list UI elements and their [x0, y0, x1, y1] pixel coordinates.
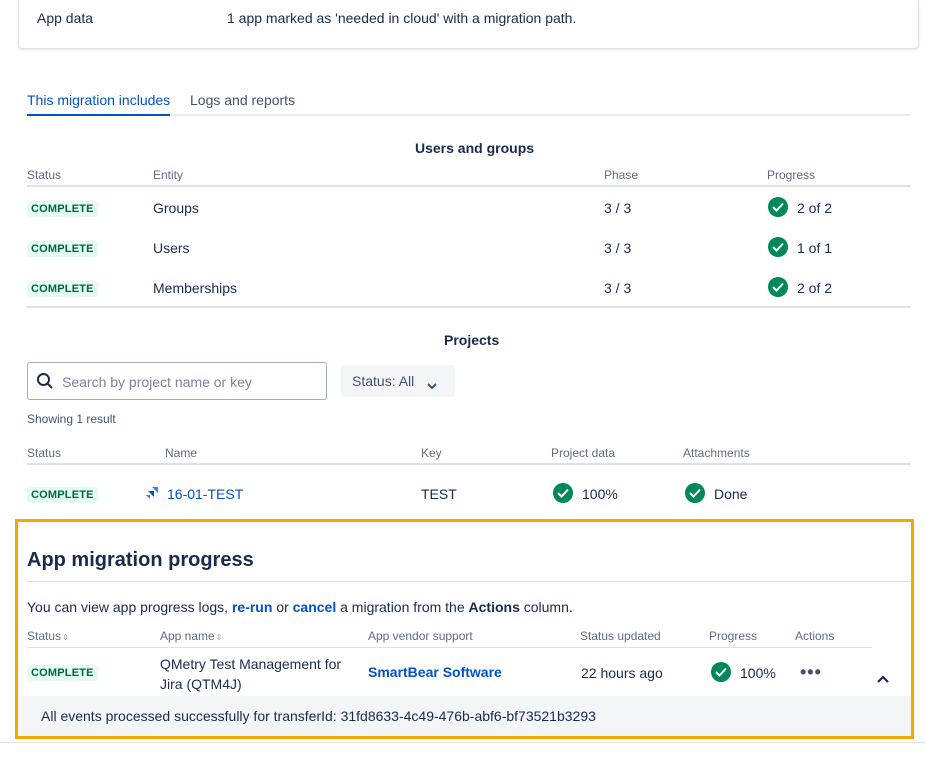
check-circle-icon	[711, 662, 731, 682]
event-message: All events processed successfully for tr…	[41, 708, 596, 724]
proj-header-name: Name	[165, 446, 198, 460]
chevron-up-icon[interactable]	[877, 670, 889, 686]
project-link[interactable]: 16-01-TEST	[167, 486, 243, 502]
proj-header-project-data: Project data	[551, 446, 616, 460]
app-migration-description: You can view app progress logs, re-run o…	[27, 599, 573, 615]
status-badge: COMPLETE	[27, 487, 98, 503]
desc-actions: Actions	[468, 599, 520, 615]
app-header-updated: Status updated	[580, 629, 661, 643]
phase-value: 3 / 3	[604, 240, 632, 256]
status-badge: COMPLETE	[27, 241, 98, 257]
desc-mid: a migration from the	[336, 599, 469, 615]
cancel-link[interactable]: cancel	[293, 599, 337, 615]
check-circle-icon	[768, 197, 788, 217]
vendor-link[interactable]: SmartBear Software	[368, 664, 502, 680]
entity-memberships: Memberships	[153, 280, 238, 296]
search-icon	[36, 372, 54, 393]
proj-header-key: Key	[421, 446, 442, 460]
desc-prefix: You can view app progress logs,	[27, 599, 232, 615]
proj-header-attachments: Attachments	[683, 446, 750, 460]
app-header-divider	[27, 647, 872, 648]
status-filter-label: Status: All	[352, 373, 415, 389]
desc-or: or	[272, 599, 293, 615]
app-header-status[interactable]: Status⇕	[27, 629, 69, 643]
ug-header-status: Status	[27, 168, 62, 182]
jira-project-icon	[145, 486, 159, 503]
progress-value: 2 of 2	[797, 200, 833, 216]
progress-value: 2 of 2	[797, 280, 833, 296]
chevron-down-icon	[427, 377, 437, 393]
search-placeholder: Search by project name or key	[62, 374, 252, 390]
status-badge: COMPLETE	[27, 201, 98, 217]
check-circle-icon	[768, 277, 788, 297]
ug-bottom-divider	[27, 306, 911, 308]
app-title-divider	[27, 581, 911, 582]
projects-title: Projects	[444, 332, 500, 348]
app-header-vendor: App vendor support	[368, 629, 473, 643]
app-migration-title: App migration progress	[27, 549, 254, 571]
app-header-app-name[interactable]: App name⇕	[160, 629, 222, 643]
entity-groups: Groups	[153, 200, 199, 216]
tab-this-migration-includes[interactable]: This migration includes	[27, 92, 171, 116]
status-filter-dropdown[interactable]: Status: All	[341, 365, 455, 397]
project-search-input[interactable]: Search by project name or key	[27, 362, 327, 400]
app-header-progress: Progress	[709, 629, 758, 643]
users-groups-title: Users and groups	[415, 140, 535, 156]
entity-users: Users	[153, 240, 190, 256]
attachments-value: Done	[714, 486, 748, 502]
ug-header-divider	[27, 185, 911, 187]
page-bottom-divider	[0, 742, 925, 743]
project-data-value: 100%	[582, 486, 618, 502]
check-circle-icon	[768, 237, 788, 257]
result-count: Showing 1 result	[27, 412, 116, 426]
rerun-link[interactable]: re-run	[232, 599, 272, 615]
app-header-actions: Actions	[795, 629, 835, 643]
check-circle-icon	[553, 483, 573, 503]
status-badge: COMPLETE	[27, 665, 98, 681]
project-key: TEST	[421, 486, 457, 502]
ug-header-entity: Entity	[153, 168, 184, 182]
app-data-card: App data 1 app marked as 'needed in clou…	[18, 0, 919, 49]
status-updated: 22 hours ago	[581, 665, 663, 681]
app-header-app-name-label: App name	[160, 629, 215, 643]
sort-icon: ⇕	[215, 633, 223, 642]
app-progress-value: 100%	[740, 665, 776, 681]
app-name: QMetry Test Management for Jira (QTM4J)	[160, 656, 342, 692]
migration-tabs: This migration includes Logs and reports	[27, 92, 911, 116]
proj-header-status: Status	[27, 446, 62, 460]
event-details-panel: All events processed successfully for tr…	[18, 696, 911, 736]
sort-icon: ⇕	[62, 633, 69, 642]
check-circle-icon	[685, 483, 705, 503]
app-header-status-label: Status	[27, 629, 62, 643]
phase-value: 3 / 3	[604, 200, 632, 216]
tab-logs-and-reports[interactable]: Logs and reports	[190, 92, 295, 116]
app-data-value: 1 app marked as 'needed in cloud' with a…	[227, 10, 577, 26]
proj-header-divider	[27, 463, 911, 465]
desc-suffix: column.	[519, 599, 573, 615]
more-actions-icon[interactable]: •••	[800, 662, 822, 683]
app-data-label: App data	[37, 10, 94, 26]
status-badge: COMPLETE	[27, 281, 98, 297]
ug-header-phase: Phase	[604, 168, 639, 182]
phase-value: 3 / 3	[604, 280, 632, 296]
ug-header-progress: Progress	[767, 168, 816, 182]
progress-value: 1 of 1	[797, 240, 833, 256]
